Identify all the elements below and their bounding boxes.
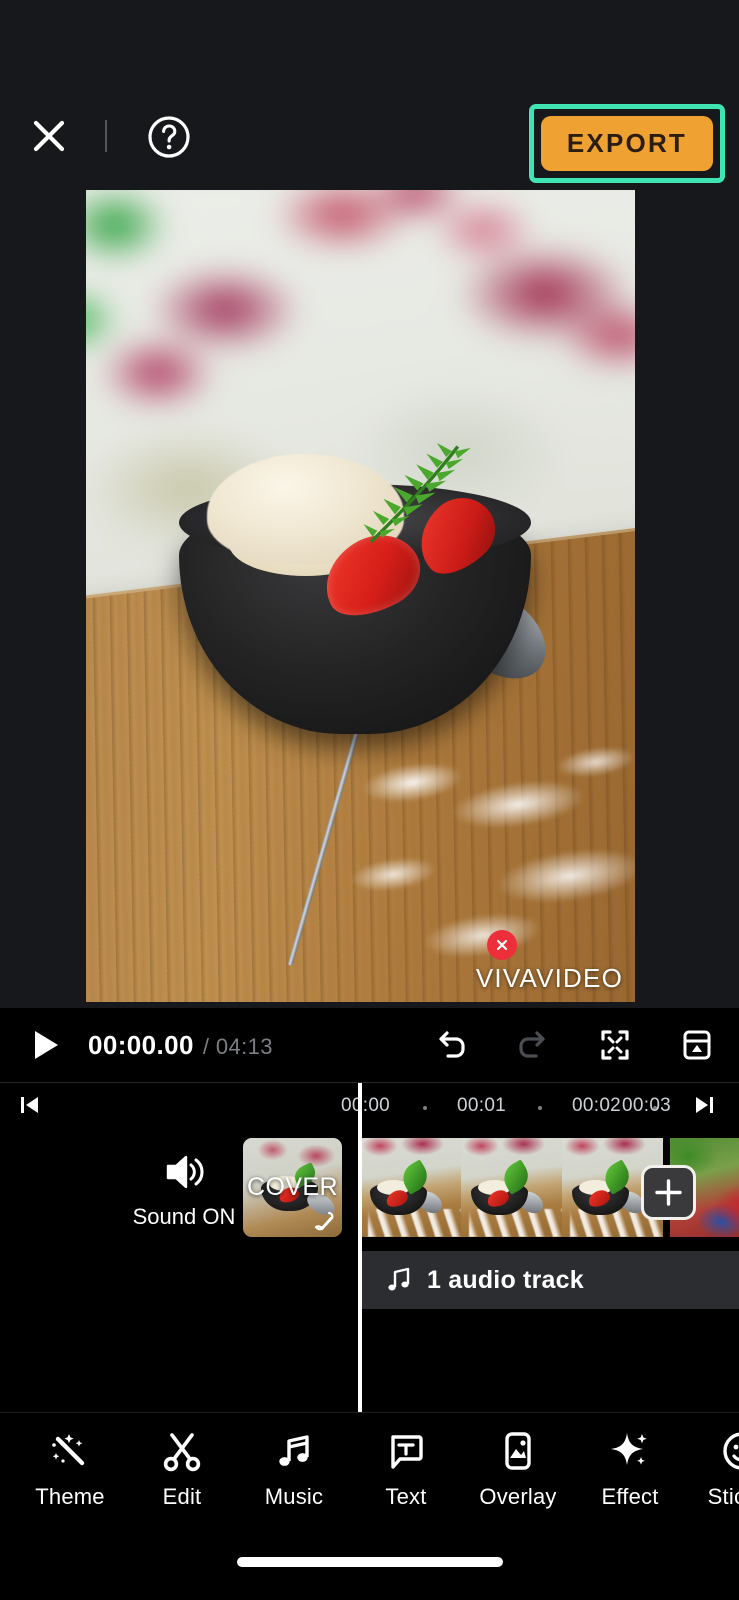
clip-thumbnail[interactable]: [360, 1138, 461, 1237]
tool-label: Theme: [35, 1483, 105, 1509]
ruler-tick: 00:02: [572, 1095, 622, 1116]
tool-theme[interactable]: Theme: [14, 1428, 126, 1510]
preview-fern-leaf: [338, 427, 483, 570]
ruler-tick-dot: [538, 1106, 542, 1110]
skip-to-start-icon[interactable]: [18, 1093, 42, 1117]
music-note-icon: [271, 1428, 317, 1474]
tool-sticker[interactable]: Sticker: [686, 1428, 739, 1510]
ruler-tick: 00:00: [341, 1095, 391, 1116]
pencil-edit-icon[interactable]: [312, 1209, 336, 1233]
ruler-tick: 00:03: [622, 1095, 672, 1116]
skip-to-end-icon[interactable]: [692, 1093, 716, 1117]
tool-text[interactable]: Text: [350, 1428, 462, 1510]
fullscreen-expand-icon[interactable]: [595, 1025, 635, 1065]
tool-label: Text: [385, 1483, 427, 1509]
text-bubble-icon: [383, 1428, 429, 1474]
ruler-tick: 00:01: [457, 1095, 507, 1116]
magic-wand-icon: [47, 1428, 93, 1474]
smiley-sticker-icon: [719, 1428, 739, 1474]
ruler-tick-dot: [423, 1106, 427, 1110]
home-indicator[interactable]: [236, 1557, 503, 1567]
watermark-label: VIVAVIDEO: [475, 963, 623, 993]
timeline-ruler[interactable]: 00:00 00:01 00:02 00:03: [0, 1083, 739, 1127]
tool-label: Music: [264, 1483, 324, 1509]
music-note-icon: [384, 1265, 414, 1295]
audio-track-label: 1 audio track: [427, 1265, 584, 1294]
clip-thumbnail[interactable]: [461, 1138, 562, 1237]
bottom-toolbar: Theme Edit Music Text Overlay Effect Sti: [0, 1412, 739, 1524]
tool-effect[interactable]: Effect: [574, 1428, 686, 1510]
top-bar: EXPORT: [0, 0, 739, 190]
export-button[interactable]: EXPORT: [540, 116, 713, 171]
speaker-volume-icon: [161, 1149, 207, 1195]
tool-music[interactable]: Music: [238, 1428, 350, 1510]
scissors-icon: [159, 1428, 205, 1474]
preview-area: VIVAVIDEO: [0, 190, 739, 1008]
tool-overlay[interactable]: Overlay: [462, 1428, 574, 1510]
redo-icon[interactable]: [513, 1025, 553, 1065]
preview-powdered-sugar: [311, 705, 635, 1002]
total-duration: / 04:13: [202, 1033, 273, 1059]
timeline-tracks: Sound ON COVER 1 audio track: [0, 1083, 739, 1412]
audio-track-bar[interactable]: 1 audio track: [360, 1251, 739, 1309]
remove-watermark-button[interactable]: [487, 930, 517, 960]
undo-icon[interactable]: [431, 1025, 471, 1065]
video-editor-app: EXPORT VIVAVIDEO 00:00.00 / 04:13 00:00 …: [0, 0, 739, 1600]
timeline-panel: 00:00 00:01 00:02 00:03 Sound ON COVER 1…: [0, 1082, 739, 1412]
playbar-actions: [431, 1025, 717, 1065]
play-icon[interactable]: [26, 1025, 66, 1065]
tool-label: Effect: [601, 1483, 659, 1509]
tool-label: Overlay: [479, 1483, 557, 1509]
add-transition-button[interactable]: [641, 1165, 696, 1220]
question-mark-circle-icon[interactable]: [145, 113, 193, 161]
image-frame-icon: [495, 1428, 541, 1474]
timeline-playhead[interactable]: [358, 1083, 362, 1412]
save-project-icon[interactable]: [677, 1025, 717, 1065]
current-time: 00:00.00: [88, 1029, 194, 1060]
home-indicator-area: [0, 1524, 739, 1600]
tool-edit[interactable]: Edit: [126, 1428, 238, 1510]
tool-label: Edit: [162, 1483, 202, 1509]
close-icon[interactable]: [26, 113, 72, 159]
video-preview[interactable]: VIVAVIDEO: [86, 190, 635, 1002]
sparkle-icon: [607, 1428, 653, 1474]
sound-toggle-label: Sound ON: [132, 1204, 236, 1229]
playback-bar: 00:00.00 / 04:13: [0, 1008, 739, 1082]
header-divider: [105, 120, 107, 152]
export-button-highlight: EXPORT: [528, 104, 725, 183]
cover-thumbnail[interactable]: COVER: [243, 1138, 342, 1237]
sound-toggle[interactable]: Sound ON: [130, 1149, 238, 1230]
time-display: 00:00.00 / 04:13: [88, 1030, 273, 1061]
tool-label: Sticker: [707, 1483, 739, 1509]
